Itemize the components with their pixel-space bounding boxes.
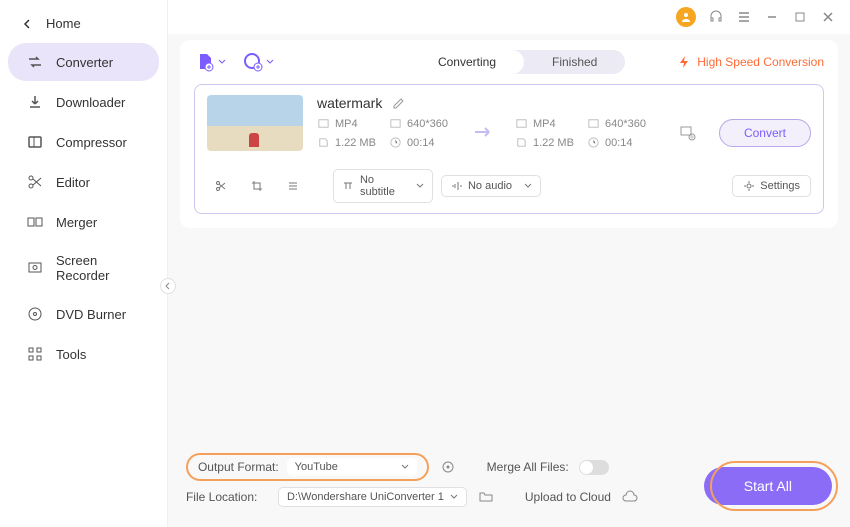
- tab-converting[interactable]: Converting: [410, 50, 524, 74]
- user-avatar[interactable]: [676, 7, 696, 27]
- add-file-button[interactable]: [194, 51, 226, 73]
- titlebar: [168, 0, 850, 34]
- output-format-group: Output Format: YouTube: [186, 453, 429, 481]
- gear-icon: [743, 180, 755, 192]
- grid-icon: [26, 345, 44, 363]
- output-format-label: Output Format:: [198, 460, 279, 474]
- edit-name-icon[interactable]: [392, 96, 406, 110]
- item-settings-button[interactable]: Settings: [732, 175, 811, 197]
- compress-icon: [26, 133, 44, 151]
- file-item: watermark MP4 1.22 MB 640*360 00:14: [194, 84, 824, 214]
- src-duration: 00:14: [389, 136, 451, 149]
- add-url-button[interactable]: [242, 51, 274, 73]
- dst-resolution: 640*360: [587, 117, 649, 130]
- format-settings-icon[interactable]: [439, 458, 457, 476]
- sidebar-item-label: Editor: [56, 175, 90, 190]
- subtitle-icon: [342, 180, 354, 192]
- convert-button[interactable]: Convert: [719, 119, 811, 147]
- menu-icon[interactable]: [736, 9, 752, 25]
- audio-dropdown[interactable]: No audio: [441, 175, 541, 197]
- dst-duration: 00:14: [587, 136, 649, 149]
- sidebar-item-dvd-burner[interactable]: DVD Burner: [8, 295, 159, 333]
- merge-icon: [26, 213, 44, 231]
- download-icon: [26, 93, 44, 111]
- merge-toggle[interactable]: [579, 460, 609, 475]
- sidebar-item-tools[interactable]: Tools: [8, 335, 159, 373]
- crop-icon[interactable]: [243, 174, 271, 198]
- disc-icon: [26, 305, 44, 323]
- converter-icon: [26, 53, 44, 71]
- lightning-icon: [677, 55, 691, 69]
- sidebar-item-merger[interactable]: Merger: [8, 203, 159, 241]
- high-speed-conversion[interactable]: High Speed Conversion: [677, 55, 824, 69]
- back-home[interactable]: Home: [0, 8, 167, 41]
- trim-icon[interactable]: [207, 174, 235, 198]
- file-location-label: File Location:: [186, 490, 268, 504]
- sidebar-item-label: Compressor: [56, 135, 127, 150]
- sidebar-item-converter[interactable]: Converter: [8, 43, 159, 81]
- record-icon: [26, 259, 44, 277]
- back-label: Home: [46, 16, 81, 31]
- audio-icon: [450, 180, 462, 192]
- start-all-button[interactable]: Start All: [704, 467, 832, 505]
- maximize-icon[interactable]: [792, 9, 808, 25]
- cloud-icon[interactable]: [621, 488, 639, 506]
- sidebar-item-compressor[interactable]: Compressor: [8, 123, 159, 161]
- close-icon[interactable]: [820, 9, 836, 25]
- headset-icon[interactable]: [708, 9, 724, 25]
- scissors-icon: [26, 173, 44, 191]
- sidebar-item-label: DVD Burner: [56, 307, 126, 322]
- src-size: 1.22 MB: [317, 136, 379, 149]
- src-resolution: 640*360: [389, 117, 451, 130]
- tab-finished[interactable]: Finished: [524, 50, 625, 74]
- file-location-dropdown[interactable]: D:\Wondershare UniConverter 1: [278, 487, 467, 507]
- sidebar-item-editor[interactable]: Editor: [8, 163, 159, 201]
- sidebar-item-downloader[interactable]: Downloader: [8, 83, 159, 121]
- sidebar-item-label: Downloader: [56, 95, 125, 110]
- subtitle-dropdown[interactable]: No subtitle: [333, 169, 433, 203]
- collapse-sidebar[interactable]: [160, 278, 176, 294]
- upload-label: Upload to Cloud: [525, 490, 611, 504]
- sidebar-item-label: Merger: [56, 215, 97, 230]
- dst-format: MP4: [515, 117, 577, 130]
- merge-label: Merge All Files:: [487, 460, 569, 474]
- output-settings-icon[interactable]: [679, 124, 697, 142]
- file-name: watermark: [317, 95, 382, 111]
- sidebar-item-label: Tools: [56, 347, 86, 362]
- sidebar-item-screen-recorder[interactable]: Screen Recorder: [8, 243, 159, 293]
- more-icon[interactable]: [279, 174, 307, 198]
- sidebar-item-label: Converter: [56, 55, 113, 70]
- dst-size: 1.22 MB: [515, 136, 577, 149]
- sidebar-item-label: Screen Recorder: [56, 253, 141, 283]
- src-format: MP4: [317, 117, 379, 130]
- minimize-icon[interactable]: [764, 9, 780, 25]
- open-folder-icon[interactable]: [477, 488, 495, 506]
- video-thumbnail[interactable]: [207, 95, 303, 151]
- output-format-dropdown[interactable]: YouTube: [287, 458, 417, 476]
- status-tabs: Converting Finished: [410, 50, 625, 74]
- arrow-icon: [461, 124, 505, 143]
